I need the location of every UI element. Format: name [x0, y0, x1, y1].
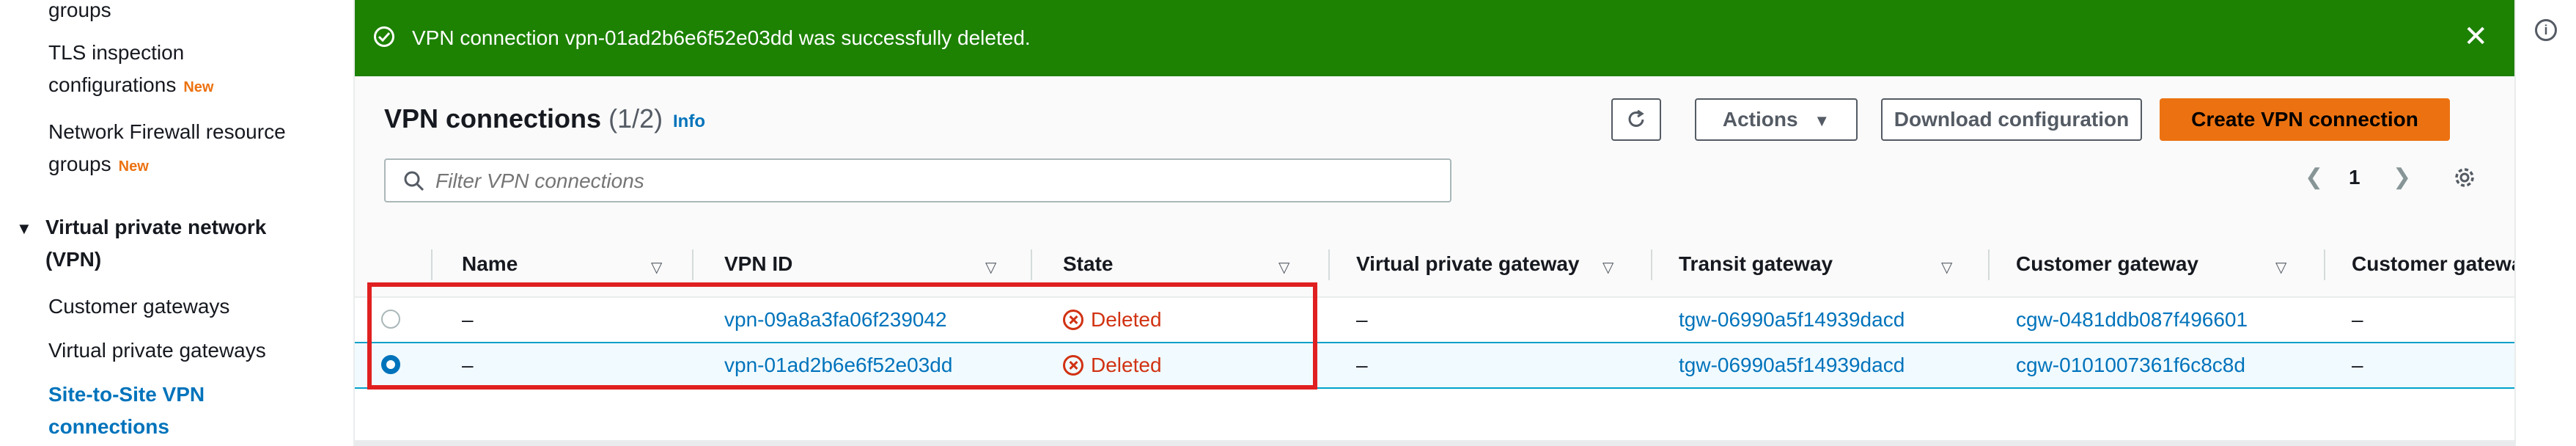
- nav-label: TLS inspection: [48, 41, 185, 64]
- nav-label: Customer gateways: [48, 295, 230, 318]
- caret-down-icon: ▼: [1814, 112, 1830, 130]
- info-icon[interactable]: i: [2535, 19, 2557, 41]
- check-circle-icon: [374, 26, 394, 47]
- bottom-strip: [355, 440, 2514, 446]
- sort-icon[interactable]: ▽: [1941, 258, 1952, 277]
- column-divider: [1988, 249, 1990, 280]
- settings-gear-icon[interactable]: [2451, 164, 2478, 191]
- cell-transit-gateway-link[interactable]: tgw-06990a5f14939dacd: [1679, 308, 1905, 332]
- nav-item-firewall-resource[interactable]: Network Firewall resource: [48, 116, 286, 148]
- column-divider: [2324, 249, 2325, 280]
- cell-virtual-private-gateway: –: [1356, 308, 1368, 331]
- cell-name: –: [462, 354, 474, 376]
- cell-name: –: [462, 308, 474, 331]
- sort-icon[interactable]: ▽: [985, 258, 996, 277]
- nav-item-site-to-site-vpn-line2[interactable]: connections: [48, 411, 169, 443]
- nav-label: Network Firewall resource: [48, 120, 286, 143]
- cell-transit-gateway-link[interactable]: tgw-06990a5f14939dacd: [1679, 354, 1905, 377]
- column-header-state[interactable]: State: [1063, 252, 1113, 276]
- filter-input[interactable]: [434, 166, 1434, 197]
- create-label: Create VPN connection: [2191, 108, 2418, 131]
- nav-label: groups: [48, 0, 111, 21]
- download-label: Download configuration: [1894, 108, 2130, 131]
- actions-button[interactable]: Actions ▼: [1695, 98, 1858, 141]
- nav-item-tls-configurations[interactable]: configurations New: [48, 69, 213, 103]
- nav-section-vpn-line2: (VPN): [45, 244, 101, 276]
- download-configuration-button[interactable]: Download configuration: [1881, 98, 2142, 141]
- previous-page-icon[interactable]: ❮: [2305, 164, 2323, 190]
- page-number[interactable]: 1: [2349, 166, 2360, 189]
- cell-virtual-private-gateway: –: [1356, 354, 1368, 376]
- vpn-connections-table: Name ▽ VPN ID ▽ State ▽ Virtual private …: [355, 233, 2514, 440]
- nav-label: connections: [48, 415, 169, 438]
- sort-icon[interactable]: ▽: [1602, 258, 1613, 277]
- cell-customer-gateway-link[interactable]: cgw-0101007361f6c8c8d: [2016, 354, 2245, 377]
- column-divider: [692, 249, 693, 280]
- refresh-icon: [1628, 109, 1644, 127]
- nav-label: Site-to-Site VPN: [48, 383, 205, 406]
- nav-label: configurations: [48, 73, 177, 96]
- cell-customer-gateway-address: –: [2352, 308, 2363, 331]
- column-header-virtual-private-gateway[interactable]: Virtual private gateway: [1356, 252, 1580, 276]
- new-badge: New: [183, 79, 214, 95]
- state-text: Deleted: [1091, 308, 1162, 331]
- filter-search-box[interactable]: [384, 158, 1451, 202]
- error-circle-icon: [1063, 310, 1083, 330]
- table-row-selected[interactable]: – vpn-01ad2b6e6f52e03dd Deleted – tgw-06…: [355, 342, 2514, 389]
- column-header-customer-gateway[interactable]: Customer gateway: [2016, 252, 2198, 276]
- nav-item-virtual-private-gateways[interactable]: Virtual private gateways: [48, 334, 266, 367]
- nav-section-vpn[interactable]: ▼ Virtual private network: [16, 211, 266, 245]
- column-divider: [431, 249, 433, 280]
- selection-count: (1/2): [608, 103, 663, 134]
- column-header-customer-gateway-address[interactable]: Customer gatewa: [2352, 252, 2514, 276]
- caret-down-icon: ▼: [16, 219, 32, 238]
- cell-customer-gateway-link[interactable]: cgw-0481ddb087f496601: [2016, 308, 2248, 332]
- cell-vpn-id-link[interactable]: vpn-09a8a3fa06f239042: [724, 308, 947, 332]
- nav-item-site-to-site-vpn[interactable]: Site-to-Site VPN: [48, 379, 205, 411]
- nav-item-groups[interactable]: groups: [48, 0, 111, 26]
- cell-state: Deleted: [1063, 308, 1162, 332]
- column-divider: [1328, 249, 1330, 280]
- actions-label: Actions: [1722, 108, 1798, 131]
- state-text: Deleted: [1091, 354, 1162, 376]
- column-divider: [1031, 249, 1032, 280]
- create-vpn-connection-button[interactable]: Create VPN connection: [2160, 98, 2450, 141]
- page-title: VPN connections (1/2): [384, 103, 663, 135]
- new-badge: New: [118, 158, 149, 175]
- vpn-connections-panel: VPN connections (1/2) Info Actions ▼ Dow…: [355, 76, 2514, 440]
- column-divider: [1651, 249, 1652, 280]
- sort-icon[interactable]: ▽: [2275, 258, 2286, 277]
- sort-icon[interactable]: ▽: [1278, 258, 1289, 277]
- info-link[interactable]: Info: [673, 112, 705, 132]
- search-icon: [404, 171, 424, 191]
- close-icon[interactable]: ✕: [2463, 22, 2488, 51]
- error-circle-icon: [1063, 355, 1083, 376]
- success-flash-banner: VPN connection vpn-01ad2b6e6f52e03dd was…: [355, 0, 2514, 76]
- cell-customer-gateway-address: –: [2352, 354, 2363, 376]
- cell-state: Deleted: [1063, 354, 1162, 377]
- row-select-radio[interactable]: [381, 355, 400, 374]
- next-page-icon[interactable]: ❯: [2393, 164, 2411, 190]
- nav-item-tls-inspection[interactable]: TLS inspection: [48, 37, 184, 69]
- nav-label: Virtual private gateways: [48, 339, 266, 362]
- nav-item-customer-gateways[interactable]: Customer gateways: [48, 290, 229, 323]
- tools-rail: i: [2514, 0, 2576, 446]
- nav-item-firewall-groups[interactable]: groups New: [48, 148, 149, 183]
- main-content: VPN connection vpn-01ad2b6e6f52e03dd was…: [355, 0, 2514, 446]
- title-text: VPN connections: [384, 103, 602, 134]
- table-header-row: Name ▽ VPN ID ▽ State ▽ Virtual private …: [355, 233, 2514, 298]
- row-select-radio[interactable]: [381, 310, 400, 329]
- side-navigation: groups TLS inspection configurations New …: [0, 0, 355, 446]
- flash-message: VPN connection vpn-01ad2b6e6f52e03dd was…: [412, 26, 1031, 49]
- column-header-transit-gateway[interactable]: Transit gateway: [1679, 252, 1833, 276]
- refresh-button[interactable]: [1611, 98, 1661, 141]
- sort-icon[interactable]: ▽: [651, 258, 662, 277]
- section-label: Virtual private network: [45, 216, 267, 238]
- table-row[interactable]: – vpn-09a8a3fa06f239042 Deleted – tgw-06…: [355, 298, 2514, 343]
- column-header-name[interactable]: Name: [462, 252, 518, 276]
- cell-vpn-id-link[interactable]: vpn-01ad2b6e6f52e03dd: [724, 354, 952, 377]
- column-header-vpn-id[interactable]: VPN ID: [724, 252, 792, 276]
- section-label: (VPN): [45, 248, 102, 271]
- nav-label: groups: [48, 153, 111, 175]
